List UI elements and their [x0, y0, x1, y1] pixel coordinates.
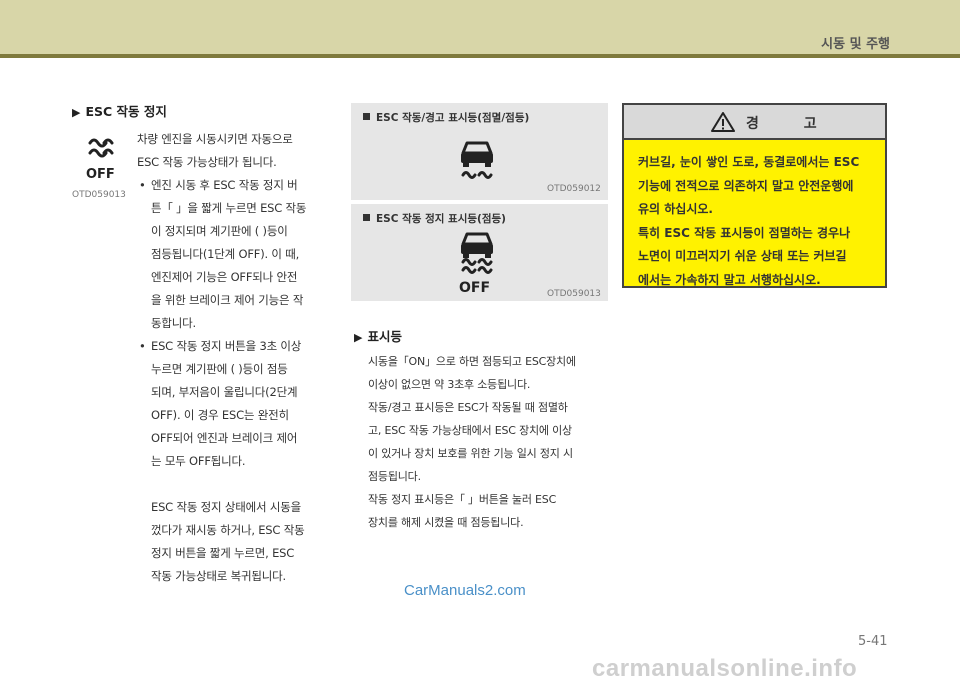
esc-off-slip-icon — [461, 232, 493, 274]
text-line: 점등됩니다. — [368, 470, 421, 483]
image-code: OTD059013 — [547, 289, 601, 299]
carmanuals-watermark[interactable]: CarManuals2.com — [404, 582, 526, 599]
panel-title: ESC 작동 정지 표시등(점등) — [363, 211, 506, 226]
text-line: 차량 엔진을 시동시키면 자동으로 — [137, 132, 293, 146]
section-title: 시동 및 주행 — [821, 37, 890, 52]
left-body: 차량 엔진을 시동시키면 자동으로 ESC 작동 가능상태가 됩니다. 엔진 시… — [137, 128, 327, 588]
warning-title: 경 고 — [746, 116, 837, 132]
warning-header: 경 고 — [624, 105, 885, 140]
page-number: 5-41 — [858, 634, 888, 649]
esc-off-heading: ▶ ESC 작동 정지 — [72, 104, 167, 119]
esc-off-panel: ESC 작동 정지 표시등(점등) OFF OTD059013 — [351, 204, 608, 301]
indicator-heading: ▶ 표시등 — [354, 329, 402, 344]
text-line: 장치를 해제 시켰을 때 점등됩니다. — [368, 516, 524, 529]
triangle-bullet-icon: ▶ — [72, 106, 81, 119]
warning-text: 커브길, 눈이 쌓인 도로, 동결로에서는 ESC 기능에 전적으로 의존하지 … — [638, 155, 860, 287]
esc-off-icon: OFF — [84, 133, 120, 183]
esc-warning-panel: ESC 작동/경고 표시등(점멸/점등) OTD059012 — [351, 103, 608, 200]
text-line: 이 있거나 장치 보호를 위한 기능 일시 정지 시 — [368, 447, 573, 460]
triangle-bullet-icon: ▶ — [354, 331, 363, 344]
image-code-left: OTD059013 — [72, 190, 126, 200]
indicator-body: 시동을「ON」으로 하면 점등되고 ESC장치에 이상이 없으면 약 3초후 소… — [368, 350, 622, 534]
restore-paragraph: ESC 작동 정지 상태에서 시동을 껐다가 재시동 하거나, ESC 작동 정… — [151, 500, 305, 583]
off-label: OFF — [86, 167, 115, 182]
text-line: ESC 작동 가능상태가 됩니다. — [137, 155, 277, 169]
header-rule — [0, 54, 960, 58]
header-band — [0, 0, 960, 54]
warning-box: 경 고 커브길, 눈이 쌓인 도로, 동결로에서는 ESC 기능에 전적으로 의… — [622, 103, 887, 288]
site-watermark: carmanualsonline.info — [592, 655, 858, 682]
text-line: 고, ESC 작동 가능상태에서 ESC 장치에 이상 — [368, 424, 572, 437]
panel-title: ESC 작동/경고 표시등(점멸/점등) — [363, 110, 529, 125]
esc-slip-icon — [461, 141, 493, 179]
text-line: 작동/경고 표시등은 ESC가 작동될 때 점멸하 — [368, 401, 568, 414]
text-line: 시동을「ON」으로 하면 점등되고 ESC장치에 — [368, 355, 576, 368]
text-line: 이상이 없으면 약 3초후 소등됩니다. — [368, 378, 531, 391]
bullet-item: 엔진 시동 후 ESC 작동 정지 버 튼「 」을 짧게 누르면 ESC 작동 … — [137, 174, 327, 335]
off-label: OFF — [459, 280, 491, 296]
text-line: 작동 정지 표시등은「 」버튼을 눌러 ESC — [368, 493, 557, 506]
warning-triangle-icon — [711, 112, 735, 132]
image-code: OTD059012 — [547, 184, 601, 194]
bullet-item: ESC 작동 정지 버튼을 3초 이상 누르면 계기판에 ( )등이 점등 되며… — [137, 335, 327, 473]
